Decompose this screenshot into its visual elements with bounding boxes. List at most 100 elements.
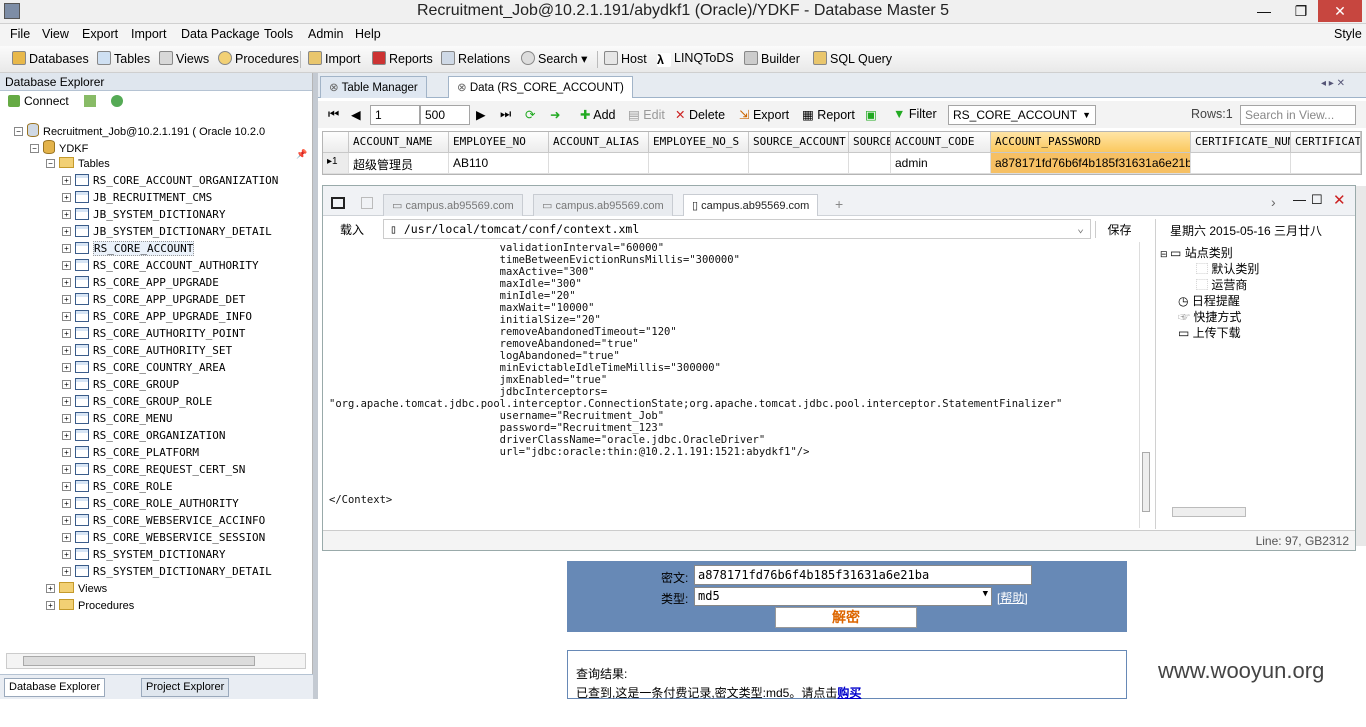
menu-admin[interactable]: Admin — [308, 27, 343, 41]
explorer-horizontal-scrollbar[interactable] — [6, 653, 306, 669]
refresh-icon[interactable]: ⟳ — [525, 107, 535, 122]
reports-button[interactable]: Reports — [372, 51, 433, 69]
tree-node-table[interactable]: + RS_CORE_ACCOUNT_AUTHORITY — [62, 259, 259, 275]
column-header[interactable]: ACCOUNT_CODE — [891, 132, 991, 153]
report-button[interactable]: ▦ Report — [802, 107, 855, 122]
grid-cell[interactable] — [549, 153, 649, 174]
right-edge-scroll[interactable] — [1356, 186, 1366, 546]
grid-cell[interactable]: a878171fd76b6f4b185f31631a6e21ba — [991, 153, 1191, 174]
tree-node-connection[interactable]: − Recruitment_Job@10.2.1.191 ( Oracle 10.… — [14, 123, 265, 139]
tree-node-schema[interactable]: − YDKF — [30, 140, 88, 156]
column-header[interactable]: SOURCE_ACCOUNT — [749, 132, 849, 153]
host-button[interactable]: Host — [604, 51, 647, 69]
add-button[interactable]: ✚ Add — [580, 107, 616, 122]
edit-button[interactable]: ▤ Edit — [628, 107, 665, 122]
builder-button[interactable]: Builder — [744, 51, 800, 69]
browser-tab-active[interactable]: ▯ campus.ab95569.com — [683, 194, 819, 216]
tree-node-table[interactable]: + RS_CORE_PLATFORM — [62, 446, 199, 462]
grid-cell[interactable] — [1191, 153, 1291, 174]
tab-table-manager[interactable]: ⊗ Table Manager — [320, 76, 427, 98]
grid-cell[interactable] — [1291, 153, 1361, 174]
save-button[interactable]: 保存 — [1095, 221, 1143, 238]
upload-node[interactable]: ▭ 上传下载 — [1178, 324, 1241, 341]
tree-node-table[interactable]: + RS_CORE_REQUEST_CERT_SN — [62, 463, 245, 479]
tab-data-rs-core-account[interactable]: ⊗ Data (RS_CORE_ACCOUNT) — [448, 76, 633, 98]
tree-node-table[interactable]: + RS_CORE_ACCOUNT — [62, 241, 195, 258]
grid-cell[interactable] — [649, 153, 749, 174]
tree-node-table[interactable]: + RS_CORE_APP_UPGRADE_INFO — [62, 310, 252, 326]
browser-close-icon[interactable]: ✕ — [1333, 191, 1346, 209]
menu-style[interactable]: Style — [1334, 27, 1362, 41]
menu-export[interactable]: Export — [82, 27, 118, 41]
relations-button[interactable]: Relations — [441, 51, 510, 69]
tree-node-views[interactable]: + Views — [46, 582, 107, 598]
column-header[interactable]: EMPLOYEE_NO — [449, 132, 549, 153]
disconnect-icon[interactable] — [84, 95, 97, 107]
column-header[interactable]: CERTIFICATE_NUM — [1191, 132, 1291, 153]
schedule-node[interactable]: ◷ 日程提醒 — [1178, 292, 1240, 309]
close-button[interactable]: ✕ — [1318, 0, 1362, 22]
side-panel-scrollbar[interactable] — [1172, 507, 1246, 517]
buy-link[interactable]: 购买 — [837, 686, 861, 700]
tab-project-explorer[interactable]: Project Explorer — [141, 678, 230, 697]
load-button[interactable]: 载入 — [327, 221, 377, 238]
path-input[interactable]: ▯ /usr/local/tomcat/conf/context.xml ⌄ — [383, 219, 1091, 239]
tree-node-table[interactable]: + RS_CORE_WEBSERVICE_SESSION — [62, 531, 265, 547]
views-button[interactable]: Views — [159, 51, 209, 69]
tree-node-table[interactable]: + RS_CORE_WEBSERVICE_ACCINFO — [62, 514, 265, 530]
shortcut-node[interactable]: ☞ 快捷方式 — [1178, 308, 1241, 325]
tree-node-table[interactable]: + RS_CORE_COUNTRY_AREA — [62, 361, 225, 377]
scrollbar-thumb[interactable] — [1142, 452, 1150, 512]
browser-tab[interactable]: ▭ campus.ab95569.com — [383, 194, 523, 216]
prev-page-button[interactable]: ◀ — [351, 107, 361, 122]
type-select[interactable]: md5 ▼ — [694, 587, 992, 606]
tables-button[interactable]: Tables — [97, 51, 150, 69]
tree-node-tables[interactable]: − Tables — [46, 157, 110, 173]
blank-tab-icon[interactable] — [361, 197, 373, 209]
excel-icon[interactable]: ▣ — [865, 107, 877, 122]
decrypt-button[interactable]: 解密 — [775, 607, 917, 628]
chevron-right-icon[interactable]: › — [1271, 194, 1276, 210]
row-count-input[interactable]: 500 — [420, 105, 470, 125]
grid-cell[interactable]: 超级管理员 — [349, 153, 449, 174]
row-from-input[interactable]: 1 — [370, 105, 420, 125]
tree-node-table[interactable]: + RS_CORE_ORGANIZATION — [62, 429, 225, 445]
delete-button[interactable]: ✕ Delete — [675, 107, 725, 122]
search-in-view-input[interactable]: Search in View... — [1240, 105, 1356, 125]
search-button[interactable]: Search ▾ — [521, 51, 587, 69]
column-header[interactable]: ACCOUNT_NAME — [349, 132, 449, 153]
column-header[interactable]: CERTIFICATE — [1291, 132, 1361, 153]
minimize-button[interactable]: — — [1247, 0, 1281, 22]
databases-button[interactable]: Databases — [12, 51, 89, 69]
browser-tab[interactable]: ▭ campus.ab95569.com — [533, 194, 673, 216]
cipher-input[interactable]: a878171fd76b6f4b185f31631a6e21ba — [694, 565, 1032, 585]
tree-node-procedures[interactable]: + Procedures — [46, 599, 134, 615]
refresh-icon[interactable] — [111, 95, 124, 107]
tree-node-table[interactable]: + RS_CORE_AUTHORITY_POINT — [62, 327, 245, 343]
browser-minimize-icon[interactable]: — — [1293, 192, 1306, 207]
grid-cell[interactable] — [849, 153, 891, 174]
operator-node[interactable]: ⬚ 运营商 — [1196, 276, 1247, 293]
grid-cell[interactable]: AB110 — [449, 153, 549, 174]
table-select[interactable]: RS_CORE_ACCOUNT ▼ — [948, 105, 1096, 125]
menu-view[interactable]: View — [42, 27, 69, 41]
tree-node-table[interactable]: + JB_SYSTEM_DICTIONARY — [62, 208, 225, 224]
menu-data-package[interactable]: Data Package — [181, 27, 260, 41]
filter-button[interactable]: ▼ Filter — [893, 107, 937, 121]
last-record-button[interactable]: ⏭ — [500, 107, 511, 122]
tree-node-table[interactable]: + RS_CORE_ACCOUNT_ORGANIZATION — [62, 174, 278, 190]
column-header[interactable]: ACCOUNT_PASSWORD — [991, 132, 1191, 153]
tree-node-table[interactable]: + RS_SYSTEM_DICTIONARY_DETAIL — [62, 565, 272, 581]
tree-node-table[interactable]: + RS_CORE_MENU — [62, 412, 172, 428]
tree-node-table[interactable]: + RS_CORE_GROUP_ROLE — [62, 395, 212, 411]
connect-button[interactable]: Connect — [8, 94, 69, 108]
tree-node-table[interactable]: + RS_CORE_APP_UPGRADE_DET — [62, 293, 245, 309]
tree-node-table[interactable]: + RS_SYSTEM_DICTIONARY — [62, 548, 225, 564]
code-view[interactable]: validationInterval="60000" timeBetweenEv… — [329, 242, 1139, 506]
tree-node-table[interactable]: + RS_CORE_GROUP — [62, 378, 179, 394]
column-header[interactable]: SOURCE — [849, 132, 891, 153]
tree-node-table[interactable]: + RS_CORE_AUTHORITY_SET — [62, 344, 232, 360]
tree-node-table[interactable]: + RS_CORE_APP_UPGRADE — [62, 276, 219, 292]
menu-file[interactable]: File — [10, 27, 30, 41]
site-category-node[interactable]: ⊟ ▭ 站点类别 — [1160, 244, 1233, 261]
